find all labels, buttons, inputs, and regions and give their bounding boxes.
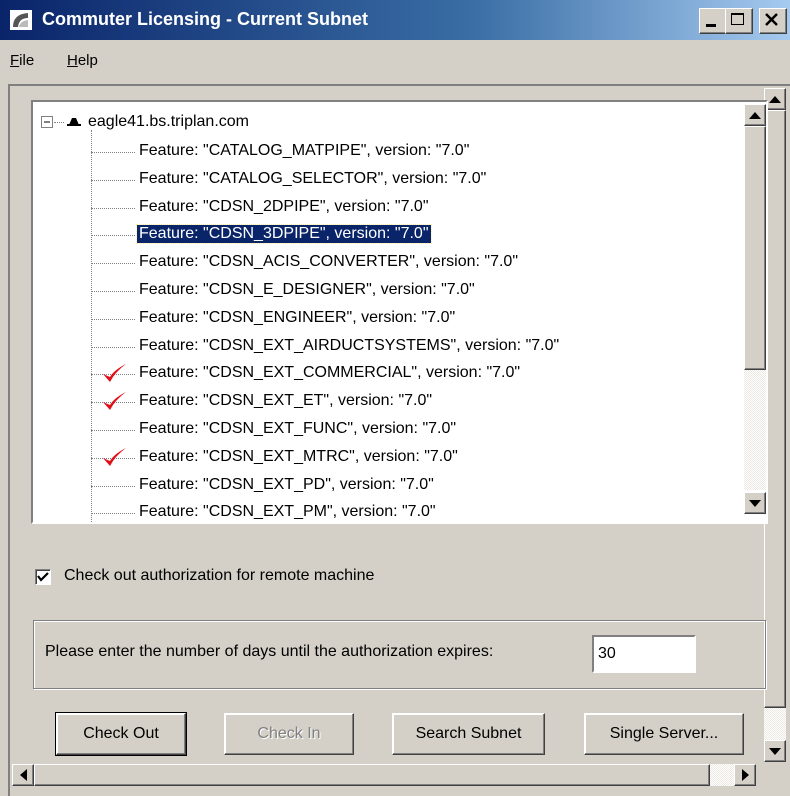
tree-branch [91, 346, 135, 348]
outer-scroll-down-button[interactable] [764, 740, 786, 762]
tree-scroll-up-button[interactable] [744, 104, 766, 126]
tree-branch [91, 152, 135, 153]
checkbox-check-icon [37, 572, 49, 582]
close-icon [765, 13, 778, 26]
outer-scroll-left-button[interactable] [12, 764, 34, 786]
server-name: eagle41.bs.triplan.com [88, 113, 249, 130]
menu-help[interactable]: Help [67, 52, 98, 69]
tree-scroll-down-button[interactable] [744, 492, 766, 514]
arrow-left-icon [19, 769, 27, 781]
check-in-button[interactable]: Check In [224, 713, 354, 755]
days-input[interactable] [592, 635, 696, 673]
feature-label: Feature: "CDSN_EXT_AIRDUCTSYSTEMS", vers… [139, 336, 560, 354]
check-out-button[interactable]: Check Out [55, 712, 187, 756]
feature-label: Feature: "CDSN_2DPIPE", version: "7.0" [139, 197, 429, 215]
feature-label: Feature: "CDSN_EXT_PM", version: "7.0" [139, 503, 436, 521]
menu-file[interactable]: File [10, 52, 34, 69]
size-grip[interactable] [756, 764, 786, 786]
tree-vscroll-track[interactable] [744, 370, 766, 490]
arrow-right-icon [741, 769, 749, 781]
feature-label: Feature: "CDSN_EXT_FUNC", version: "7.0" [139, 420, 457, 437]
tree-row[interactable]: Feature: "CDSN_EXT_COMMERCIAL", version:… [33, 360, 733, 388]
tree-branch [54, 122, 64, 123]
days-label: Please enter the number of days until th… [45, 643, 494, 660]
menu-help-label: elp [77, 52, 98, 69]
tree-branch [91, 207, 135, 209]
arrow-up-icon [769, 95, 781, 103]
tree-row[interactable]: Feature: "CDSN_ENGINEER", version: "7.0" [33, 305, 733, 333]
feature-label: Feature: "CDSN_EXT_COMMERCIAL", version:… [139, 364, 521, 382]
tree-vscroll-thumb[interactable] [744, 126, 766, 370]
feature-label: Feature: "CDSN_3DPIPE", version: "7.0" [136, 224, 432, 245]
tree-row[interactable]: Feature: "CDSN_EXT_PM", version: "7.0" [33, 499, 733, 522]
checkmark-icon [103, 392, 126, 411]
menu-file-label: ile [19, 52, 35, 69]
feature-label: Feature: "CDSN_EXT_ET", version: "7.0" [139, 392, 433, 410]
tree-branch [91, 263, 135, 265]
single-server-button[interactable]: Single Server... [584, 713, 744, 755]
tree-row[interactable]: Feature: "CDSN_EXT_FUNC", version: "7.0" [33, 416, 733, 444]
arrow-down-icon [769, 747, 781, 755]
remote-checkout-label[interactable]: Check out authorization for remote machi… [64, 567, 374, 585]
tree-branch [91, 485, 135, 487]
feature-label: Feature: "CATALOG_MATPIPE", version: "7.… [139, 142, 470, 159]
app-icon[interactable] [10, 10, 32, 30]
tree-row[interactable]: Feature: "CDSN_EXT_PD", version: "7.0" [33, 472, 733, 500]
outer-vscroll-track-lower[interactable] [764, 708, 786, 740]
feature-label: Feature: "CDSN_E_DESIGNER", version: "7.… [139, 281, 475, 298]
maximize-icon [731, 13, 744, 25]
feature-label: Feature: "CDSN_ENGINEER", version: "7.0" [139, 308, 456, 326]
feature-label: Feature: "CATALOG_SELECTOR", version: "7… [139, 169, 487, 187]
tree-root-row[interactable]: eagle41.bs.triplan.com [33, 110, 733, 138]
tree-row[interactable]: Feature: "CDSN_EXT_MTRC", version: "7.0" [33, 444, 733, 472]
checkmark-icon [103, 447, 126, 466]
server-icon [67, 118, 81, 126]
feature-label: Feature: "CDSN_ACIS_CONVERTER", version:… [139, 253, 518, 271]
menu-help-mnemonic: H [67, 52, 78, 69]
close-button[interactable] [759, 8, 787, 34]
arrow-up-icon [749, 111, 761, 119]
tree-row[interactable]: Feature: "CDSN_3DPIPE", version: "7.0" [33, 221, 733, 249]
feature-label: Feature: "CDSN_EXT_PD", version: "7.0" [139, 475, 434, 493]
checkmark-icon [103, 364, 126, 383]
window-title: Commuter Licensing - Current Subnet [42, 9, 369, 29]
tree-row[interactable]: Feature: "CDSN_EXT_AIRDUCTSYSTEMS", vers… [33, 333, 733, 361]
tree-branch [91, 235, 135, 237]
tree-row[interactable]: Feature: "CATALOG_SELECTOR", version: "7… [33, 166, 733, 194]
tree-row[interactable]: Feature: "CDSN_2DPIPE", version: "7.0" [33, 194, 733, 222]
tree-branch [91, 179, 135, 181]
tree-row[interactable]: Feature: "CDSN_EXT_ET", version: "7.0" [33, 388, 733, 416]
tree-row[interactable]: Feature: "CDSN_ACIS_CONVERTER", version:… [33, 249, 733, 277]
search-subnet-button[interactable]: Search Subnet [392, 713, 545, 755]
menu-bar [0, 40, 790, 76]
feature-label: Feature: "CDSN_EXT_MTRC", version: "7.0" [139, 447, 458, 465]
maximize-button[interactable] [725, 8, 753, 34]
tree-branch [91, 513, 135, 515]
arrow-down-icon [749, 499, 761, 507]
outer-hscroll-track[interactable] [710, 764, 734, 786]
tree-row[interactable]: Feature: "CATALOG_MATPIPE", version: "7.… [33, 138, 733, 166]
outer-scroll-right-button[interactable] [734, 764, 756, 786]
outer-hscroll-thumb[interactable] [34, 764, 710, 786]
feature-tree[interactable]: eagle41.bs.triplan.com Feature: "CATALOG… [33, 102, 766, 522]
menu-file-mnemonic: F [10, 52, 20, 69]
tree-branch [91, 430, 135, 431]
tree-branch [91, 318, 135, 320]
collapse-icon[interactable] [41, 116, 53, 128]
minimize-button[interactable] [699, 8, 727, 34]
tree-row[interactable]: Feature: "CDSN_E_DESIGNER", version: "7.… [33, 277, 733, 305]
tree-branch [91, 291, 135, 292]
remote-checkout-checkbox[interactable] [35, 569, 51, 585]
minimize-icon [706, 24, 716, 27]
